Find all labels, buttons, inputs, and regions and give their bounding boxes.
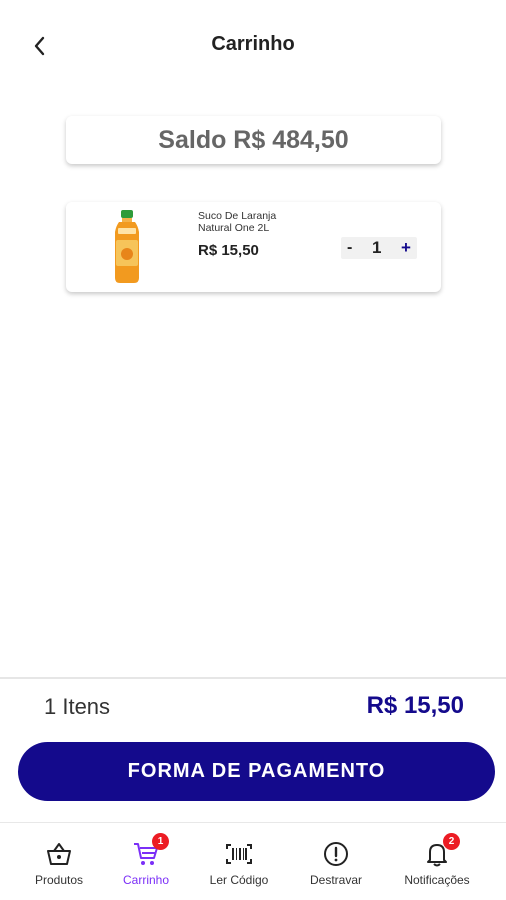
bell-icon: 2 bbox=[422, 833, 460, 869]
barcode-icon bbox=[224, 839, 254, 869]
tab-ler-codigo[interactable]: Ler Código bbox=[194, 839, 284, 887]
item-name: Suco De Laranja Natural One 2L bbox=[198, 210, 277, 234]
app-header: Carrinho bbox=[0, 0, 506, 90]
tab-label: Ler Código bbox=[209, 873, 269, 887]
page-title: Carrinho bbox=[211, 33, 295, 55]
basket-icon bbox=[44, 839, 74, 869]
item-price: R$ 15,50 bbox=[198, 242, 259, 259]
cart-icon: 1 bbox=[131, 833, 169, 869]
items-count: 1 Itens bbox=[44, 694, 111, 719]
orange-juice-bottle-image bbox=[115, 210, 139, 283]
cart-badge: 1 bbox=[152, 833, 169, 850]
alert-circle-icon bbox=[321, 839, 351, 869]
tab-label: Carrinho bbox=[122, 873, 170, 887]
bottom-tab-bar: Produtos 1 Carrinho Ler Código Destravar… bbox=[0, 822, 506, 900]
balance-card: Saldo R$ 484,50 bbox=[66, 116, 441, 164]
cart-total: R$ 15,50 bbox=[366, 692, 464, 719]
decrease-quantity-button[interactable]: - bbox=[347, 239, 352, 257]
tab-destravar[interactable]: Destravar bbox=[291, 839, 381, 887]
tab-carrinho[interactable]: 1 Carrinho bbox=[101, 833, 191, 887]
tab-notificacoes[interactable]: 2 Notificações bbox=[392, 833, 482, 887]
tab-label: Produtos bbox=[34, 873, 84, 887]
balance-text: Saldo R$ 484,50 bbox=[158, 125, 349, 154]
increase-quantity-button[interactable]: + bbox=[401, 238, 411, 258]
payment-method-button[interactable]: FORMA DE PAGAMENTO bbox=[18, 742, 495, 801]
tab-label: Notificações bbox=[404, 873, 470, 887]
cart-item-card: Suco De Laranja Natural One 2L R$ 15,50 … bbox=[66, 202, 441, 292]
notifications-badge: 2 bbox=[443, 833, 460, 850]
tab-label: Destravar bbox=[309, 873, 362, 887]
quantity-stepper: - 1 + bbox=[341, 237, 417, 259]
payment-method-label: FORMA DE PAGAMENTO bbox=[127, 760, 386, 782]
summary-divider bbox=[0, 677, 506, 679]
quantity-value: 1 bbox=[371, 238, 382, 257]
tab-produtos[interactable]: Produtos bbox=[14, 839, 104, 887]
